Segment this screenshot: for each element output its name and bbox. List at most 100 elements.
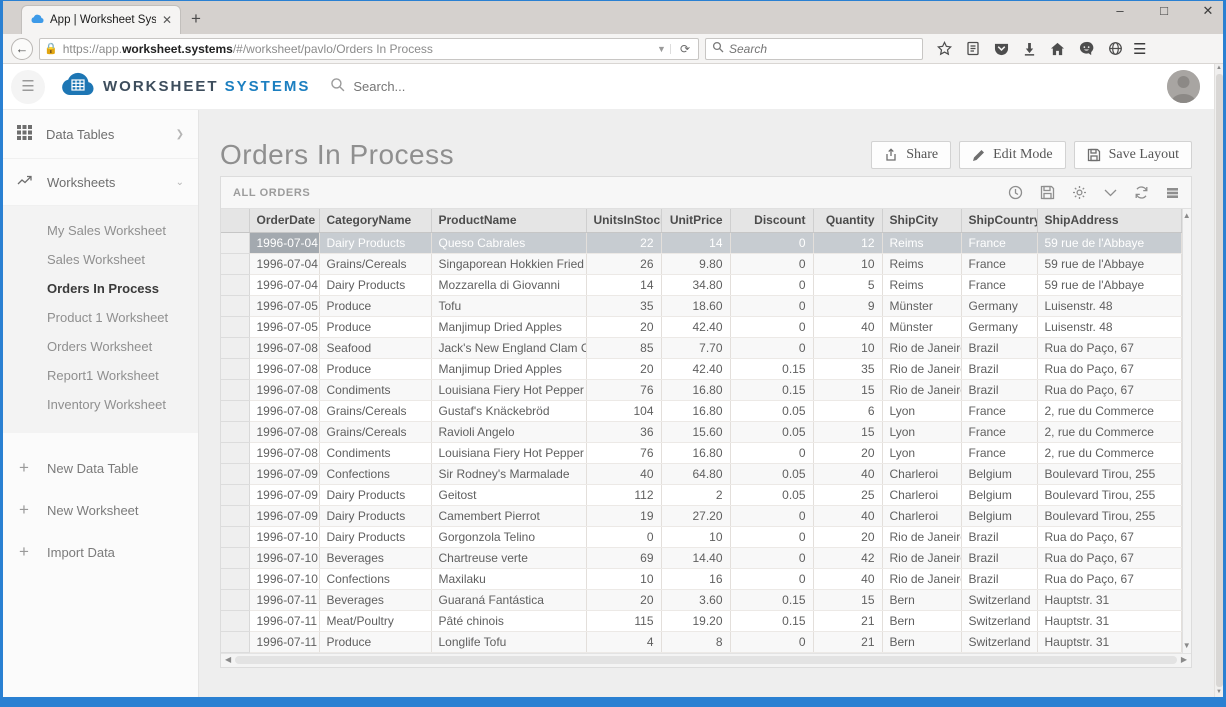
table-row[interactable]: 1996-07-05ProduceManjimup Dried Apples20… (221, 316, 1181, 337)
tab-all-orders[interactable]: ALL ORDERS (233, 187, 310, 199)
row-handle[interactable] (221, 337, 249, 358)
sidebar-action[interactable]: +Import Data (3, 531, 198, 573)
column-header[interactable]: ShipAddress (1037, 209, 1181, 232)
table-row[interactable]: 1996-07-09Dairy ProductsGeitost11220.052… (221, 484, 1181, 505)
column-header[interactable]: ProductName (431, 209, 586, 232)
row-handle[interactable] (221, 610, 249, 631)
row-handle[interactable] (221, 631, 249, 652)
table-row[interactable]: 1996-07-10ConfectionsMaxilaku1016040Rio … (221, 568, 1181, 589)
table-row[interactable]: 1996-07-04Grains/CerealsSingaporean Hokk… (221, 253, 1181, 274)
save-grid-icon[interactable] (1040, 185, 1055, 200)
row-handle[interactable] (221, 295, 249, 316)
app-search-input[interactable] (353, 79, 653, 94)
row-handle[interactable] (221, 358, 249, 379)
table-row[interactable]: 1996-07-08SeafoodJack's New England Clam… (221, 337, 1181, 358)
home-icon[interactable] (1050, 42, 1065, 56)
user-avatar[interactable] (1167, 70, 1200, 103)
refresh-icon[interactable] (1134, 185, 1149, 200)
new-tab-button[interactable]: + (191, 9, 201, 29)
share-button[interactable]: Share (871, 141, 951, 169)
back-button[interactable]: ← (11, 38, 33, 60)
table-row[interactable]: 1996-07-08Grains/CerealsRavioli Angelo36… (221, 421, 1181, 442)
window-maximize-button[interactable]: □ (1155, 3, 1173, 19)
row-handle[interactable] (221, 442, 249, 463)
scroll-down-icon[interactable]: ▼ (1183, 642, 1191, 650)
table-row[interactable]: 1996-07-10Dairy ProductsGorgonzola Telin… (221, 526, 1181, 547)
row-handle[interactable] (221, 232, 249, 253)
sidebar-action[interactable]: +New Data Table (3, 447, 198, 489)
downloads-icon[interactable] (1023, 42, 1036, 56)
sidebar-item-worksheets[interactable]: Worksheets ⌄ (3, 159, 198, 206)
sidebar-worksheet-item[interactable]: My Sales Worksheet (3, 216, 198, 245)
save-layout-button[interactable]: Save Layout (1074, 141, 1192, 169)
column-header[interactable]: UnitsInStock (586, 209, 661, 232)
url-bar[interactable]: 🔒 https://app.worksheet.systems/#/worksh… (39, 38, 699, 60)
row-handle[interactable] (221, 421, 249, 442)
page-scroll-up-icon[interactable]: ▲ (1216, 64, 1222, 73)
edit-mode-button[interactable]: Edit Mode (959, 141, 1066, 169)
table-row[interactable]: 1996-07-04Dairy ProductsMozzarella di Gi… (221, 274, 1181, 295)
browser-search-input[interactable] (729, 42, 916, 56)
sidebar-worksheet-item[interactable]: Orders Worksheet (3, 332, 198, 361)
row-handle[interactable] (221, 589, 249, 610)
page-scroll-down-icon[interactable]: ▼ (1216, 688, 1222, 697)
table-row[interactable]: 1996-07-11Meat/PoultryPâté chinois11519.… (221, 610, 1181, 631)
sidebar-worksheet-item[interactable]: Orders In Process (3, 274, 198, 303)
pocket-icon[interactable] (994, 42, 1009, 56)
table-row[interactable]: 1996-07-09Dairy ProductsCamembert Pierro… (221, 505, 1181, 526)
browser-page-scrollbar[interactable]: ▲ ▼ (1214, 64, 1223, 697)
scroll-up-icon[interactable]: ▲ (1183, 212, 1191, 220)
browser-search[interactable] (705, 38, 923, 60)
table-row[interactable]: 1996-07-08ProduceManjimup Dried Apples20… (221, 358, 1181, 379)
reload-icon[interactable]: ⟳ (676, 42, 694, 56)
page-scroll-thumb[interactable] (1216, 74, 1223, 687)
table-row[interactable]: 1996-07-08CondimentsLouisiana Fiery Hot … (221, 442, 1181, 463)
table-row[interactable]: 1996-07-11BeveragesGuaraná Fantástica203… (221, 589, 1181, 610)
column-header[interactable]: CategoryName (319, 209, 431, 232)
window-minimize-button[interactable]: – (1111, 3, 1129, 19)
grid-horizontal-scrollbar[interactable]: ◀ ▶ (221, 653, 1191, 667)
table-row[interactable]: 1996-07-09ConfectionsSir Rodney's Marmal… (221, 463, 1181, 484)
settings-gear-icon[interactable] (1072, 185, 1087, 200)
row-handle[interactable] (221, 253, 249, 274)
browser-tab[interactable]: App | Worksheet Systems ✕ (21, 5, 181, 34)
row-handle[interactable] (221, 316, 249, 337)
collapse-chevron-icon[interactable] (1104, 189, 1117, 197)
table-row[interactable]: 1996-07-08Grains/CerealsGustaf's Knäckeb… (221, 400, 1181, 421)
column-header[interactable]: Quantity (813, 209, 882, 232)
brand-logo[interactable]: WORKSHEET SYSTEMS (61, 72, 310, 101)
row-handle[interactable] (221, 484, 249, 505)
row-handle[interactable] (221, 505, 249, 526)
sidebar-worksheet-item[interactable]: Report1 Worksheet (3, 361, 198, 390)
history-clock-icon[interactable] (1008, 185, 1023, 200)
table-row[interactable]: 1996-07-11ProduceLonglife Tofu48021BernS… (221, 631, 1181, 652)
row-handle[interactable] (221, 526, 249, 547)
services-globe-icon[interactable] (1108, 41, 1123, 56)
row-handle[interactable] (221, 400, 249, 421)
grid-vertical-scrollbar[interactable]: ▲ ▼ (1182, 209, 1192, 653)
reading-list-icon[interactable] (966, 41, 980, 56)
app-search[interactable] (330, 77, 1157, 97)
rows-icon[interactable] (1166, 187, 1179, 199)
url-dropdown-icon[interactable]: ▼ (653, 44, 671, 54)
tab-close-icon[interactable]: ✕ (162, 13, 172, 27)
bookmark-star-icon[interactable] (937, 41, 952, 56)
table-row[interactable]: 1996-07-08CondimentsLouisiana Fiery Hot … (221, 379, 1181, 400)
row-handle[interactable] (221, 568, 249, 589)
table-row[interactable]: 1996-07-10BeveragesChartreuse verte6914.… (221, 547, 1181, 568)
chat-smiley-icon[interactable] (1079, 41, 1094, 56)
table-row[interactable]: 1996-07-04Dairy ProductsQueso Cabrales22… (221, 232, 1181, 253)
scroll-left-icon[interactable]: ◀ (225, 656, 231, 664)
row-handle[interactable] (221, 547, 249, 568)
column-header[interactable]: Discount (730, 209, 813, 232)
row-handle[interactable] (221, 379, 249, 400)
sidebar-action[interactable]: +New Worksheet (3, 489, 198, 531)
sidebar-item-data-tables[interactable]: Data Tables ❯ (3, 110, 198, 159)
column-header[interactable]: ShipCity (882, 209, 961, 232)
sidebar-worksheet-item[interactable]: Sales Worksheet (3, 245, 198, 274)
column-header[interactable]: OrderDate (249, 209, 319, 232)
menu-hamburger-icon[interactable]: ☰ (1133, 40, 1146, 58)
hscroll-thumb[interactable] (235, 656, 1177, 664)
sidebar-worksheet-item[interactable]: Product 1 Worksheet (3, 303, 198, 332)
row-handle[interactable] (221, 274, 249, 295)
